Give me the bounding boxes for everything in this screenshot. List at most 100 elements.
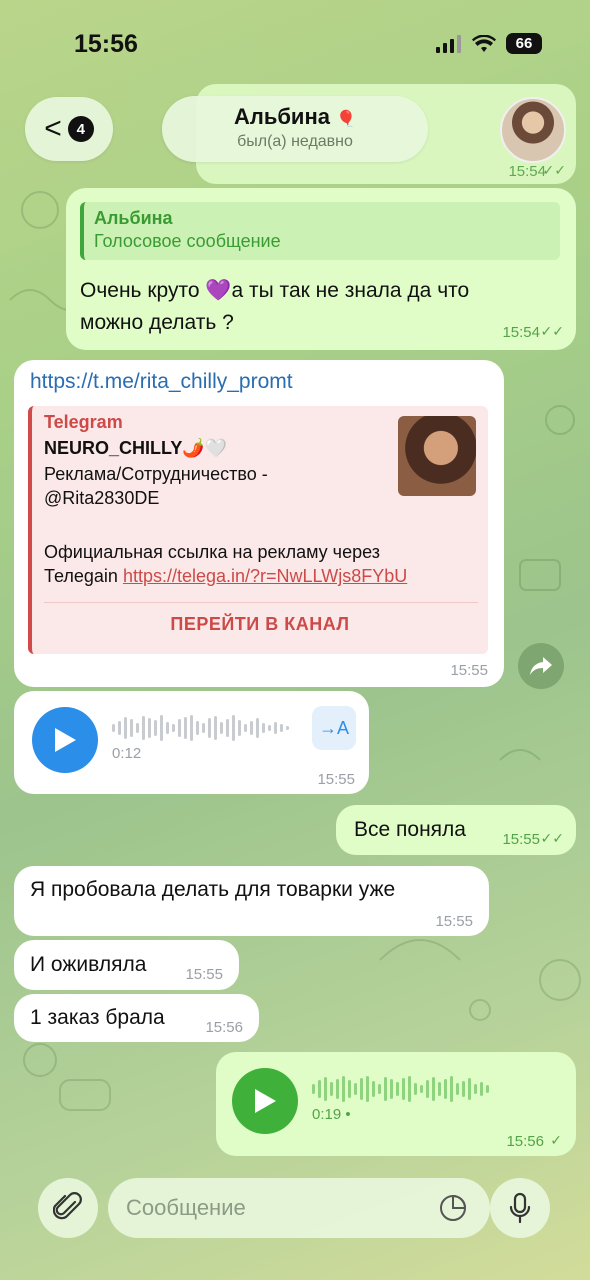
status-time: 15:56 <box>74 30 138 58</box>
message-bubble-in[interactable]: Я пробовала делать для товарки уже 15:55 <box>14 866 489 936</box>
waveform-bar <box>468 1078 471 1100</box>
share-button[interactable] <box>518 643 564 689</box>
waveform-bar <box>166 722 169 734</box>
message-input-container[interactable] <box>108 1178 490 1238</box>
read-check-icon: ✓✓ <box>542 162 566 178</box>
paperclip-icon <box>53 1192 82 1220</box>
message-text: Я пробовала делать для товарки уже <box>30 878 396 901</box>
waveform-bar <box>268 725 271 731</box>
waveform-bar <box>286 726 289 730</box>
waveform-bar <box>444 1079 447 1099</box>
message-time: 15:55 <box>435 913 473 930</box>
reply-quote[interactable]: Альбина Голосовое сообщение <box>80 202 560 260</box>
message-time: 15:54 <box>502 324 540 341</box>
waveform-bar <box>244 724 247 732</box>
waveform-bar <box>118 721 121 735</box>
voice-message-out[interactable]: 0:19 • 15:56 ✓ <box>216 1052 576 1156</box>
voice-waveform[interactable] <box>312 1074 489 1104</box>
waveform-bar <box>420 1085 423 1093</box>
play-button[interactable] <box>32 707 98 773</box>
waveform-bar <box>480 1082 483 1096</box>
waveform-bar <box>160 715 163 741</box>
waveform-bar <box>112 724 115 732</box>
waveform-bar <box>124 717 127 739</box>
waveform-bar <box>330 1082 333 1096</box>
play-icon <box>255 1089 276 1113</box>
avatar[interactable] <box>500 97 566 163</box>
voice-message-in[interactable]: 0:12 →A 15:55 <box>14 691 369 794</box>
chevron-left-icon: < <box>44 112 62 145</box>
waveform-bar <box>238 720 241 736</box>
waveform-bar <box>438 1082 441 1096</box>
waveform-bar <box>214 716 217 740</box>
preview-thumbnail[interactable] <box>398 416 476 496</box>
waveform-bar <box>450 1076 453 1102</box>
share-arrow-icon <box>530 657 552 675</box>
waveform-bar <box>360 1078 363 1100</box>
wifi-icon <box>472 34 496 52</box>
waveform-bar <box>256 718 259 738</box>
link-preview[interactable]: Telegram NEURO_CHILLY🌶️🤍 Реклама/Сотрудн… <box>28 406 488 654</box>
waveform-bar <box>190 715 193 741</box>
waveform-bar <box>396 1082 399 1096</box>
message-time: 15:56 <box>205 1019 243 1036</box>
waveform-bar <box>414 1083 417 1095</box>
preview-description: Реклама/Сотрудничество - <box>44 464 268 484</box>
waveform-bar <box>462 1081 465 1097</box>
preview-inline-link[interactable]: https://telega.in/?r=NwLLWjs8FYbU <box>123 566 407 586</box>
waveform-bar <box>474 1084 477 1094</box>
voice-duration: 0:19 • <box>312 1106 351 1123</box>
message-input[interactable] <box>126 1178 426 1238</box>
message-bubble-in[interactable]: 1 заказ брала 15:56 <box>14 994 259 1042</box>
chat-title-button[interactable]: Альбина 🎈 был(а) недавно <box>162 96 428 162</box>
waveform-bar <box>390 1079 393 1099</box>
waveform-bar <box>196 721 199 735</box>
unplayed-dot: • <box>345 1106 351 1123</box>
unread-badge: 4 <box>67 116 94 142</box>
waveform-bar <box>130 719 133 737</box>
waveform-bar <box>408 1076 411 1102</box>
read-check-icon: ✓✓ <box>540 830 564 846</box>
message-bubble-in[interactable]: И оживляла 15:55 <box>14 940 239 990</box>
waveform-bar <box>172 724 175 732</box>
message-bubble-reply[interactable]: Альбина Голосовое сообщение Очень круто … <box>66 188 576 350</box>
chat-name: Альбина 🎈 <box>233 104 357 129</box>
message-link[interactable]: https://t.me/rita_chilly_promt <box>30 370 293 394</box>
waveform-bar <box>426 1080 429 1098</box>
message-text: И оживляла <box>30 953 147 976</box>
waveform-bar <box>372 1081 375 1097</box>
waveform-bar <box>384 1077 387 1101</box>
waveform-bar <box>324 1077 327 1101</box>
waveform-bar <box>136 723 139 733</box>
waveform-bar <box>226 719 229 737</box>
waveform-bar <box>378 1084 381 1094</box>
battery-indicator: 66 <box>506 33 542 54</box>
sticker-icon[interactable] <box>438 1193 468 1223</box>
status-bar: 15:56 66 <box>0 0 590 88</box>
waveform-bar <box>274 722 277 734</box>
preview-title: NEURO_CHILLY🌶️🤍 <box>44 438 228 458</box>
transcribe-button[interactable]: →A <box>312 706 356 750</box>
waveform-bar <box>280 724 283 732</box>
reply-text: Голосовое сообщение <box>94 231 281 251</box>
play-icon <box>55 728 76 752</box>
voice-waveform[interactable] <box>112 713 289 743</box>
microphone-button[interactable] <box>490 1178 550 1238</box>
open-channel-button[interactable]: ПЕРЕЙТИ В КАНАЛ <box>32 614 488 635</box>
signal-icon <box>436 34 461 53</box>
waveform-bar <box>456 1083 459 1095</box>
waveform-bar <box>208 718 211 738</box>
waveform-bar <box>486 1085 489 1093</box>
waveform-bar <box>178 719 181 737</box>
play-button[interactable] <box>232 1068 298 1134</box>
read-check-icon: ✓✓ <box>540 323 564 339</box>
waveform-bar <box>366 1076 369 1102</box>
back-button[interactable]: < 4 <box>25 97 113 161</box>
message-time: 15:55 <box>502 831 540 848</box>
message-bubble-out[interactable]: Все поняла 15:55 ✓✓ <box>336 805 576 855</box>
preview-description: Официальная ссылка на рекламу через <box>44 542 380 562</box>
message-bubble-link[interactable]: https://t.me/rita_chilly_promt Telegram … <box>14 360 504 687</box>
attach-button[interactable] <box>38 1178 98 1238</box>
message-time: 15:55 <box>317 771 355 788</box>
preview-description: @Rita2830DE <box>44 488 160 508</box>
